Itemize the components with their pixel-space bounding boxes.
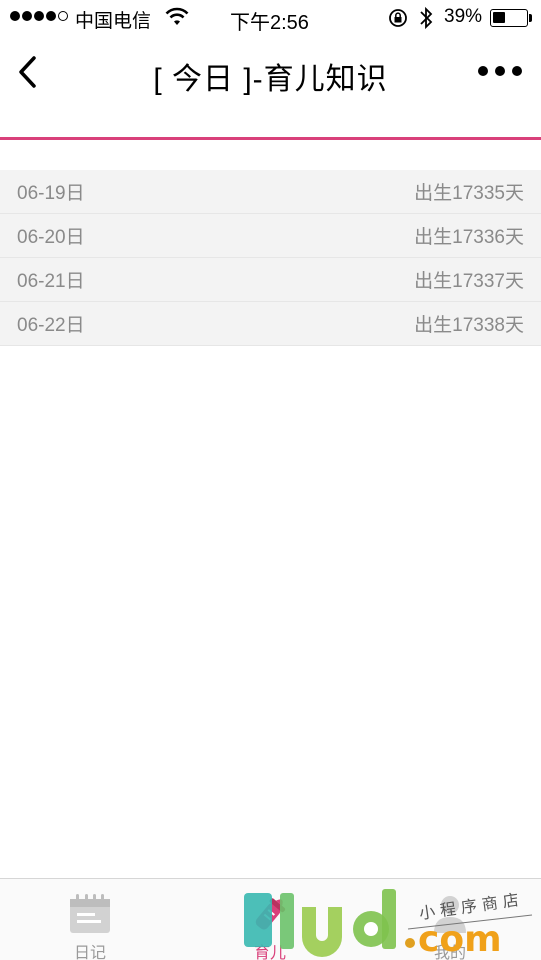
baby-bottle-icon: [248, 893, 292, 935]
list-item-date: 06-20日: [17, 227, 85, 248]
person-icon: [428, 893, 472, 935]
tab-label: 育儿: [253, 945, 286, 960]
rotation-lock-icon: [388, 8, 408, 33]
tab-diary[interactable]: 日记: [0, 879, 180, 960]
list-item-date: 06-22日: [17, 315, 85, 336]
tab-mine[interactable]: 我的: [360, 879, 540, 960]
tab-bar: 日记 育儿 我的: [0, 878, 541, 960]
tab-parenting[interactable]: 育儿: [180, 879, 360, 960]
knowledge-date-list: 06-19日 出生17335天 06-20日 出生17336天 06-21日 出…: [0, 170, 541, 346]
signal-strength-icon: [10, 11, 68, 21]
list-item[interactable]: 06-20日 出生17336天: [0, 214, 541, 258]
list-item-date: 06-21日: [17, 271, 85, 292]
page-title: [ 今日 ]-育儿知识: [153, 63, 388, 96]
battery-icon: [490, 9, 528, 27]
list-item-days: 出生17336天: [414, 227, 524, 248]
title-underline-divider: [0, 137, 541, 140]
list-item-days: 出生17337天: [414, 271, 524, 292]
tab-label: 日记: [73, 945, 106, 960]
tab-label: 我的: [433, 945, 466, 960]
list-item[interactable]: 06-21日 出生17337天: [0, 258, 541, 302]
battery-percent: 39%: [444, 6, 483, 27]
clock-time: 下午2:56: [230, 12, 309, 34]
more-dots-icon[interactable]: [478, 64, 522, 78]
bluetooth-icon: [418, 5, 434, 36]
navigation-bar: [ 今日 ]-育儿知识: [0, 36, 541, 106]
list-item-days: 出生17335天: [414, 183, 524, 204]
battery-tip: [529, 14, 532, 22]
list-item-date: 06-19日: [17, 183, 85, 204]
list-item-days: 出生17338天: [414, 315, 524, 336]
calendar-icon: [68, 893, 112, 935]
status-bar: 中国电信 下午2:56 39%: [0, 0, 541, 36]
wifi-icon: [165, 6, 189, 33]
list-item[interactable]: 06-19日 出生17335天: [0, 170, 541, 214]
list-item[interactable]: 06-22日 出生17338天: [0, 302, 541, 346]
carrier-name: 中国电信: [75, 11, 152, 32]
